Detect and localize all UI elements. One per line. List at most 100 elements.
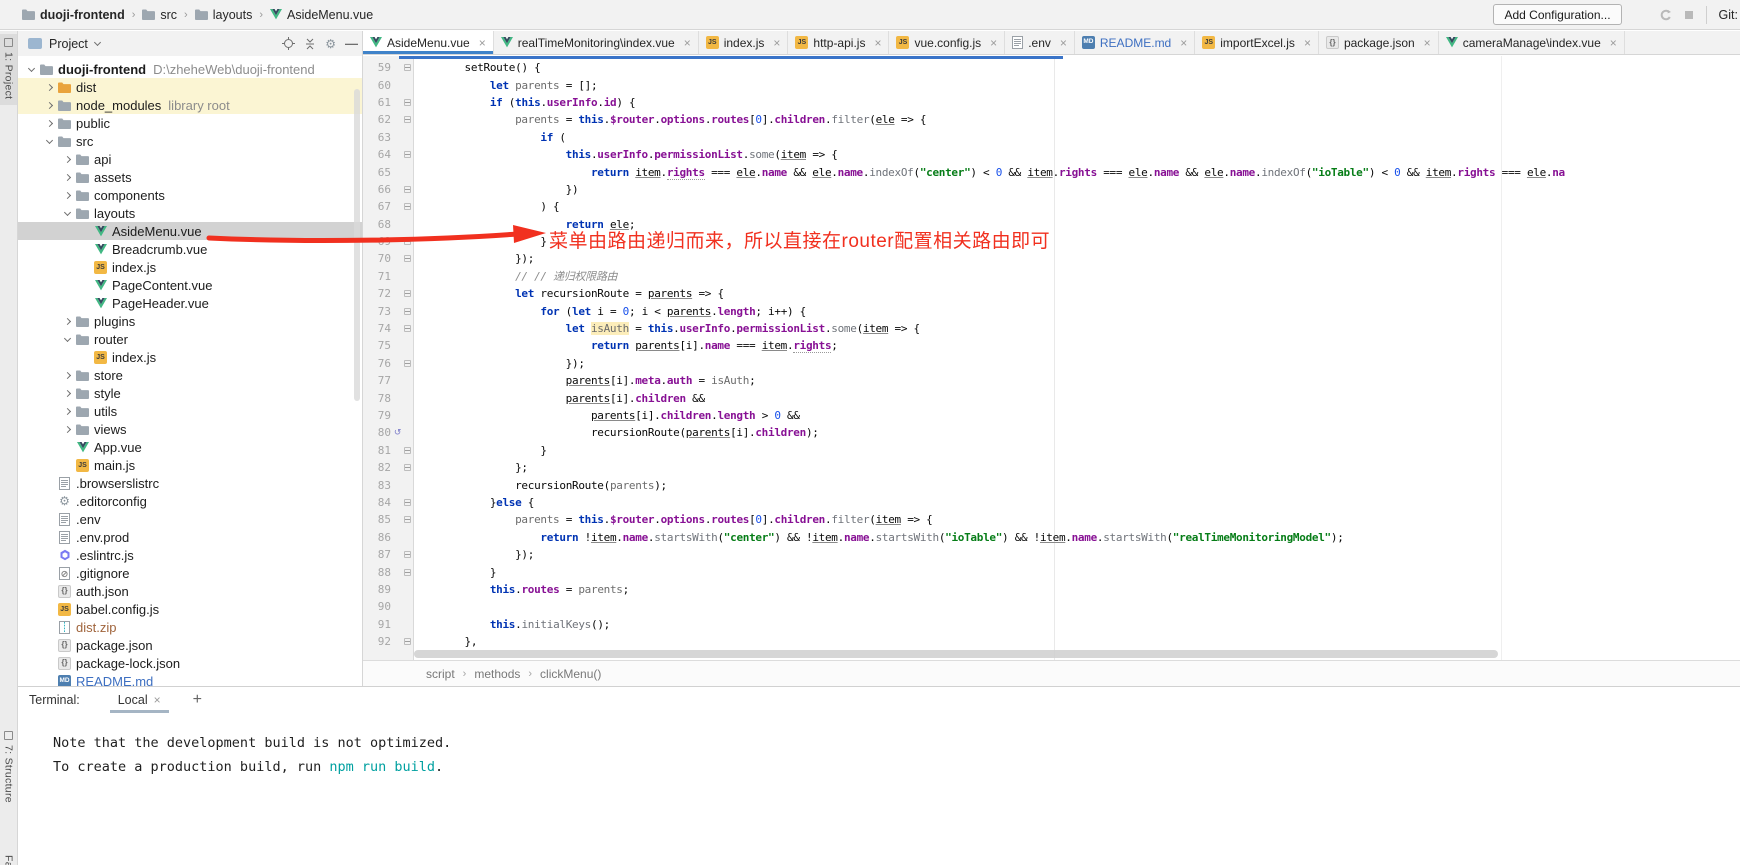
line-number[interactable]: 82: [363, 461, 393, 474]
chevron-right-icon[interactable]: [42, 85, 56, 90]
tree-item-utils[interactable]: utils: [18, 402, 362, 420]
stop-button[interactable]: [1684, 10, 1694, 20]
tree-item-readme.md[interactable]: MDREADME.md: [18, 672, 362, 686]
close-icon[interactable]: ×: [874, 36, 881, 50]
fold-marker[interactable]: [402, 238, 412, 245]
code-line[interactable]: 73for (let i = 0; i < parents.length; i+…: [363, 302, 1740, 319]
line-number[interactable]: 68: [363, 218, 393, 231]
tree-item-main.js[interactable]: JSmain.js: [18, 456, 362, 474]
code-line[interactable]: 76});: [363, 355, 1740, 372]
breadcrumb-item[interactable]: src: [142, 8, 177, 22]
fold-marker[interactable]: [402, 551, 412, 558]
fold-marker[interactable]: [402, 516, 412, 523]
close-icon[interactable]: ×: [1180, 36, 1187, 50]
line-number[interactable]: 67: [363, 200, 393, 213]
code-line[interactable]: 59setRoute() {: [363, 59, 1740, 76]
recursive-call-icon[interactable]: ↺: [393, 428, 402, 438]
line-number[interactable]: 86: [363, 531, 393, 544]
tab-.env[interactable]: .env×: [1005, 31, 1075, 54]
horizontal-scrollbar[interactable]: [414, 650, 1498, 658]
tab-asidemenu.vue[interactable]: AsideMenu.vue×: [363, 31, 494, 54]
line-number[interactable]: 84: [363, 496, 393, 509]
line-number[interactable]: 81: [363, 444, 393, 457]
git-label[interactable]: Git:: [1706, 6, 1740, 24]
line-number[interactable]: 62: [363, 113, 393, 126]
tree-item-router[interactable]: router: [18, 330, 362, 348]
line-number[interactable]: 71: [363, 270, 393, 283]
close-icon[interactable]: ×: [1060, 36, 1067, 50]
collapse-all-button[interactable]: [304, 38, 316, 50]
chevron-right-icon[interactable]: [60, 193, 74, 198]
fold-marker[interactable]: [402, 290, 412, 297]
code-line[interactable]: 90: [363, 598, 1740, 615]
fold-marker[interactable]: [402, 569, 412, 576]
chevron-down-icon[interactable]: [60, 338, 74, 341]
tree-item-dist.zip[interactable]: dist.zip: [18, 618, 362, 636]
line-number[interactable]: 75: [363, 339, 393, 352]
code-line[interactable]: 63if (: [363, 129, 1740, 146]
chevron-right-icon[interactable]: [60, 409, 74, 414]
tab-importexcel.js[interactable]: JSimportExcel.js×: [1195, 31, 1319, 54]
fold-marker[interactable]: [402, 186, 412, 193]
code-line[interactable]: 80↺recursionRoute(parents[i].children);: [363, 424, 1740, 441]
line-number[interactable]: 77: [363, 374, 393, 387]
code-line[interactable]: 66}): [363, 181, 1740, 198]
tree-item-babel.config.js[interactable]: JSbabel.config.js: [18, 600, 362, 618]
code-line[interactable]: 91this.initialKeys();: [363, 616, 1740, 633]
line-number[interactable]: 87: [363, 548, 393, 561]
fold-marker[interactable]: [402, 255, 412, 262]
editor-breadcrumb-item[interactable]: methods: [474, 667, 520, 681]
tree-item-store[interactable]: store: [18, 366, 362, 384]
line-number[interactable]: 72: [363, 287, 393, 300]
close-icon[interactable]: ×: [684, 36, 691, 50]
fold-marker[interactable]: [402, 638, 412, 645]
fold-marker[interactable]: [402, 308, 412, 315]
close-icon[interactable]: ×: [479, 36, 486, 50]
hide-button[interactable]: —: [345, 37, 358, 50]
code-line[interactable]: 87});: [363, 546, 1740, 563]
chevron-right-icon[interactable]: [42, 103, 56, 108]
project-tree-scrollbar[interactable]: [354, 89, 360, 401]
line-number[interactable]: 65: [363, 166, 393, 179]
code-line[interactable]: 65return item.rights === ele.name && ele…: [363, 163, 1740, 180]
chevron-down-icon[interactable]: [24, 68, 38, 71]
fold-marker[interactable]: [402, 116, 412, 123]
tree-item-duoji-frontend[interactable]: duoji-frontendD:\zheheWeb\duoji-frontend: [18, 60, 362, 78]
fold-marker[interactable]: [402, 151, 412, 158]
tree-item-package.json[interactable]: {}package.json: [18, 636, 362, 654]
code-line[interactable]: 83recursionRoute(parents);: [363, 476, 1740, 493]
coverage-button[interactable]: [1660, 9, 1672, 21]
fold-marker[interactable]: [402, 64, 412, 71]
tab-readme.md[interactable]: MDREADME.md×: [1075, 31, 1195, 54]
tree-item-plugins[interactable]: plugins: [18, 312, 362, 330]
code-editor[interactable]: 59setRoute() {60let parents = [];61if (t…: [363, 59, 1740, 650]
tree-item-api[interactable]: api: [18, 150, 362, 168]
locate-button[interactable]: [282, 37, 295, 50]
tree-item-src[interactable]: src: [18, 132, 362, 150]
editor-breadcrumb-item[interactable]: script: [426, 667, 455, 681]
line-number[interactable]: 69: [363, 235, 393, 248]
tab-cameramanage-index.vue[interactable]: cameraManage\index.vue×: [1439, 31, 1625, 54]
breadcrumb-item[interactable]: duoji-frontend: [22, 8, 125, 22]
code-line[interactable]: 64this.userInfo.permissionList.some(item…: [363, 146, 1740, 163]
code-line[interactable]: 78parents[i].children &&: [363, 389, 1740, 406]
line-number[interactable]: 83: [363, 479, 393, 492]
line-number[interactable]: 74: [363, 322, 393, 335]
tree-item-breadcrumb.vue[interactable]: Breadcrumb.vue: [18, 240, 362, 258]
close-icon[interactable]: ×: [1304, 36, 1311, 50]
tree-item-app.vue[interactable]: App.vue: [18, 438, 362, 456]
tree-item-.env.prod[interactable]: .env.prod: [18, 528, 362, 546]
line-number[interactable]: 85: [363, 513, 393, 526]
line-number[interactable]: 73: [363, 305, 393, 318]
chevron-right-icon[interactable]: [60, 427, 74, 432]
line-number[interactable]: 80: [363, 426, 393, 439]
tab-index.js[interactable]: JSindex.js×: [699, 31, 789, 54]
tool-stripe-structure[interactable]: 7: Structure: [0, 731, 17, 803]
tree-item-pagecontent.vue[interactable]: PageContent.vue: [18, 276, 362, 294]
close-icon[interactable]: ×: [990, 36, 997, 50]
code-line[interactable]: 60let parents = [];: [363, 76, 1740, 93]
line-number[interactable]: 88: [363, 566, 393, 579]
tree-item-node-modules[interactable]: node_moduleslibrary root: [18, 96, 362, 114]
tree-item-.editorconfig[interactable]: ⚙.editorconfig: [18, 492, 362, 510]
line-number[interactable]: 61: [363, 96, 393, 109]
